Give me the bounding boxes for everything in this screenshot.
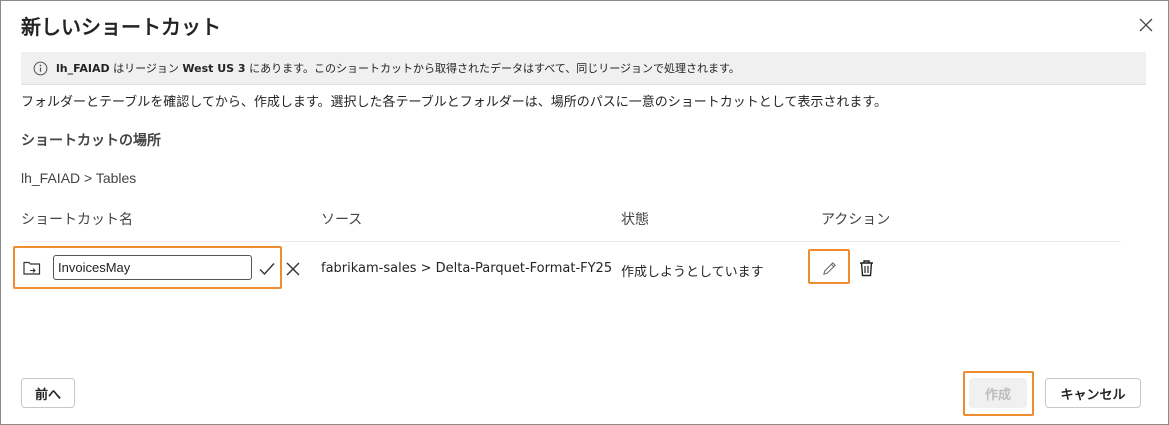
banner-text-mid: はリージョン <box>109 62 183 75</box>
column-header-status: 状態 <box>621 212 649 228</box>
region-info-banner: lh_FAIAD はリージョン West US 3 にあります。このショートカッ… <box>21 52 1146 85</box>
banner-text-end: にあります。このショートカットから取得されたデータはすべて、同じリージョンで処理… <box>245 62 740 75</box>
info-icon <box>33 61 48 76</box>
edit-button[interactable] <box>819 258 839 278</box>
discard-button[interactable] <box>284 259 302 279</box>
confirm-button[interactable] <box>257 259 277 279</box>
column-header-source: ソース <box>321 212 363 228</box>
new-shortcut-dialog: 新しいショートカット lh_FAIAD はリージョン West US 3 にあり… <box>0 0 1169 425</box>
lakehouse-name: lh_FAIAD <box>56 61 110 75</box>
column-header-action: アクション <box>821 212 891 228</box>
cancel-button[interactable]: キャンセル <box>1045 378 1141 408</box>
delete-button[interactable] <box>856 258 876 278</box>
shortcut-name-input[interactable] <box>53 255 252 280</box>
table-divider <box>21 241 1121 242</box>
source-path: fabrikam-sales > Delta-Parquet-Format-FY… <box>321 261 611 276</box>
close-button[interactable] <box>1134 13 1158 37</box>
dialog-title: 新しいショートカット <box>21 15 221 39</box>
column-header-name: ショートカット名 <box>21 212 133 228</box>
status-text: 作成しようとしています <box>621 265 764 280</box>
close-icon <box>286 262 300 276</box>
location-heading: ショートカットの場所 <box>21 133 161 149</box>
region-name: West US 3 <box>182 61 246 75</box>
back-button[interactable]: 前へ <box>21 378 75 408</box>
dialog-description: フォルダーとテーブルを確認してから、作成します。選択した各テーブルとフォルダーは… <box>21 95 888 110</box>
shortcut-folder-icon <box>21 257 43 279</box>
checkmark-icon <box>259 263 275 276</box>
close-icon <box>1139 18 1153 32</box>
delete-icon <box>859 260 873 277</box>
create-button[interactable]: 作成 <box>969 378 1027 408</box>
breadcrumb: lh_FAIAD > Tables <box>21 170 137 186</box>
edit-icon <box>822 261 836 275</box>
